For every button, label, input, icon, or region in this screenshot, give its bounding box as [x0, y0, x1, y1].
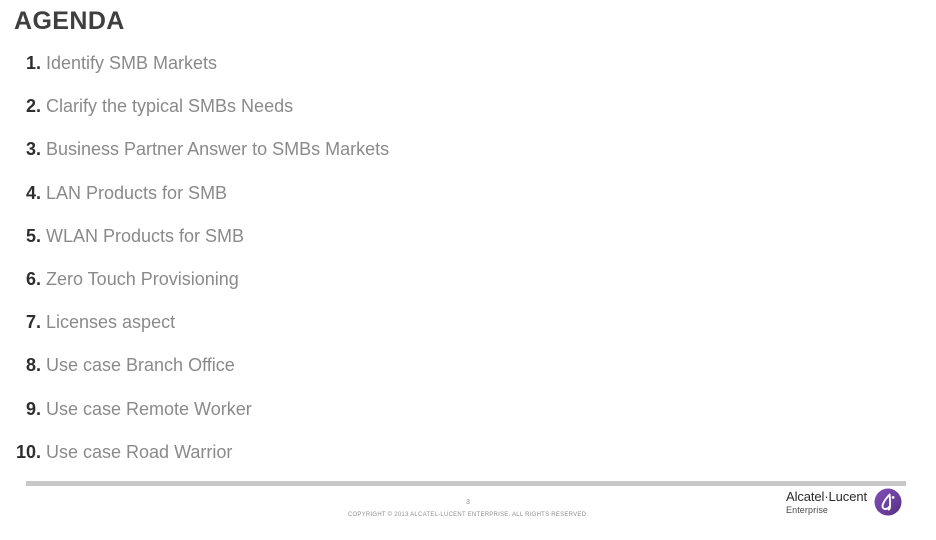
list-item-number: 4.	[25, 182, 41, 203]
alcatel-lucent-enterprise-logo: Alcatel·Lucent Enterprise	[786, 488, 902, 516]
list-item: 10. Use case Road Warrior	[0, 443, 740, 486]
list-item: 1. Identify SMB Markets	[0, 54, 740, 97]
list-item: 4. LAN Products for SMB	[0, 184, 740, 227]
page-title: AGENDA	[14, 7, 125, 35]
logo-subbrand: Enterprise	[786, 504, 829, 515]
list-item-label: Licenses aspect	[46, 312, 176, 333]
list-item-number: 7.	[25, 312, 41, 333]
list-item-label: Clarify the typical SMBs Needs	[46, 96, 294, 117]
logo-wordmark: Alcatel·Lucent	[786, 488, 867, 504]
list-item: 6. Zero Touch Provisioning	[0, 270, 740, 313]
list-item-number: 1.	[25, 53, 41, 73]
agenda-list: 1. Identify SMB Markets 2. Clarify the t…	[0, 54, 740, 486]
list-item-label: Use case Remote Worker	[46, 398, 252, 419]
list-item: 2. Clarify the typical SMBs Needs	[0, 97, 740, 140]
list-item-label: Use case Branch Office	[46, 355, 235, 376]
list-item-label: Identify SMB Markets	[46, 53, 218, 73]
list-item-number: 3.	[25, 139, 41, 160]
list-item: 9. Use case Remote Worker	[0, 400, 740, 443]
list-item-number: 2.	[25, 96, 41, 117]
list-item-number: 5.	[25, 225, 41, 246]
logo-text: Alcatel·Lucent Enterprise	[786, 489, 867, 516]
list-item-number: 9.	[25, 398, 41, 419]
list-item-number: 10.	[15, 441, 41, 462]
list-item: 5. WLAN Products for SMB	[0, 227, 740, 270]
footer-divider	[26, 481, 906, 486]
list-item: 7. Licenses aspect	[0, 313, 740, 356]
list-item-label: Use case Road Warrior	[46, 441, 233, 462]
list-item: 3. Business Partner Answer to SMBs Marke…	[0, 140, 740, 183]
agenda-slide: AGENDA 1. Identify SMB Markets 2. Clarif…	[0, 0, 936, 540]
list-item-number: 6.	[25, 268, 41, 289]
list-item-label: LAN Products for SMB	[46, 182, 228, 203]
list-item-number: 8.	[25, 355, 41, 376]
list-item: 8. Use case Branch Office	[0, 356, 740, 399]
list-item-label: Business Partner Answer to SMBs Markets	[46, 139, 390, 160]
list-item-label: Zero Touch Provisioning	[46, 268, 239, 289]
alcatel-lucent-badge-icon	[874, 488, 902, 516]
list-item-label: WLAN Products for SMB	[46, 225, 245, 246]
